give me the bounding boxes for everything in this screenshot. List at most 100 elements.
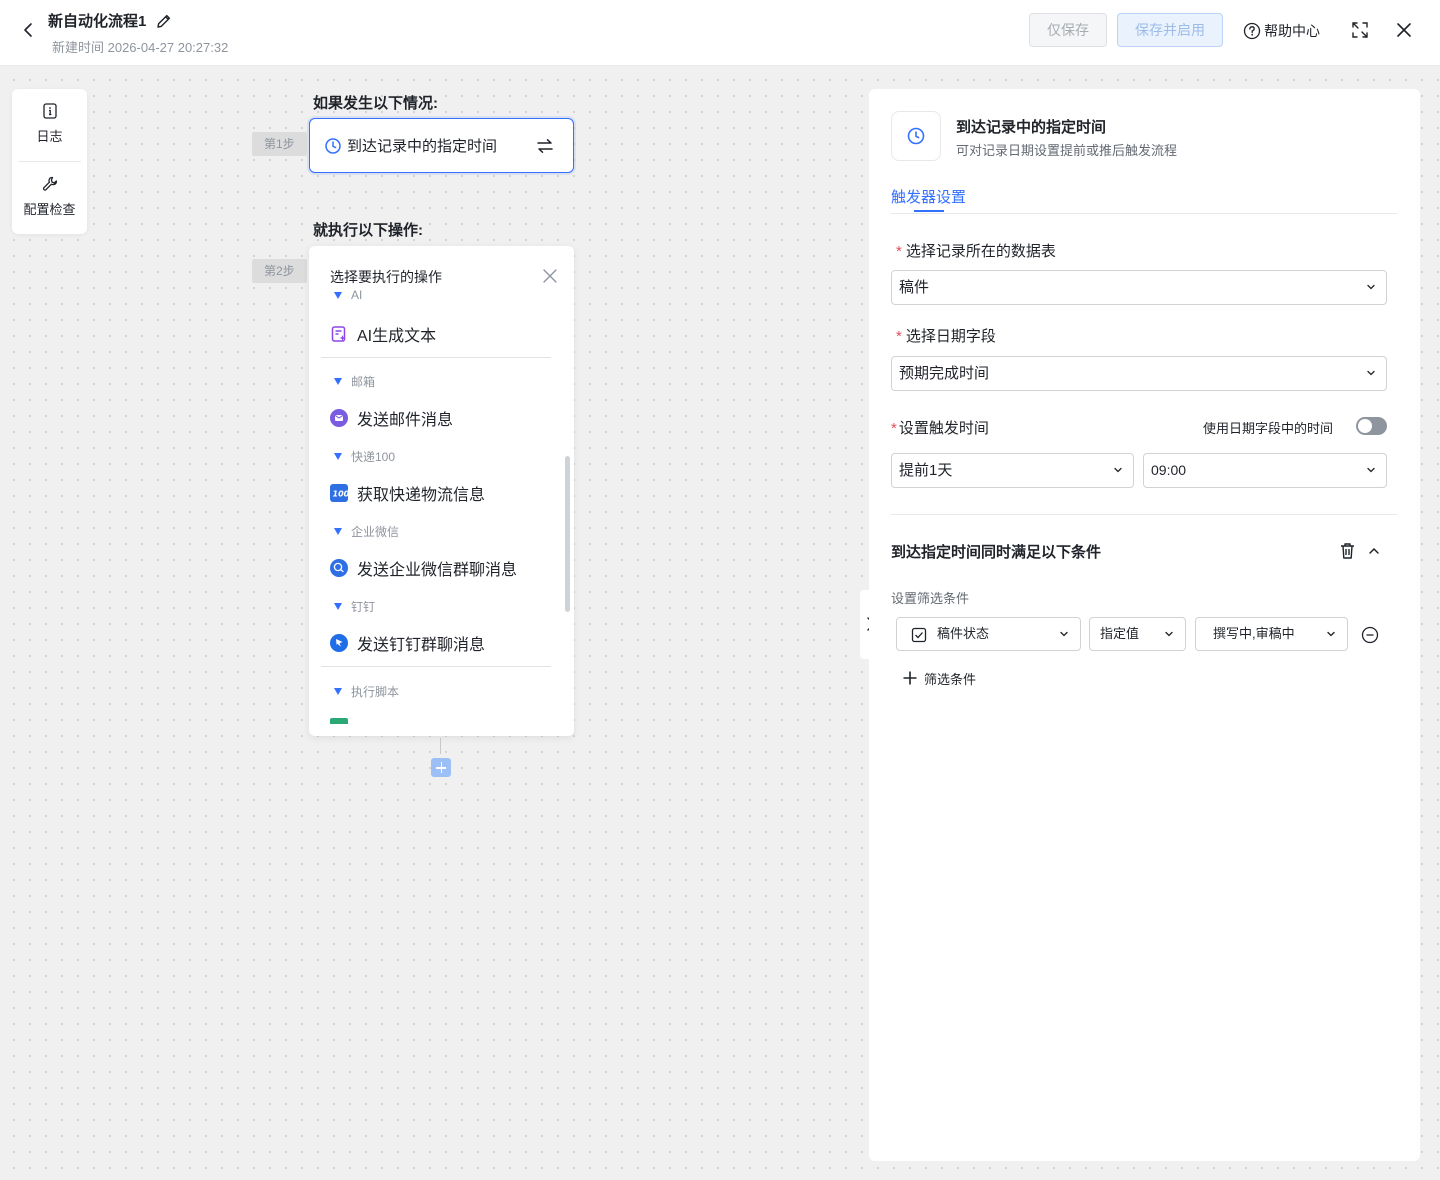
caret-down-icon [334,291,342,299]
group-wecom[interactable]: 企业微信 [334,523,399,540]
group-label: 企业微信 [351,525,400,539]
save-only-button[interactable]: 仅保存 [1029,13,1107,47]
remove-filter-icon[interactable] [1361,626,1379,644]
top-bar: 新自动化流程1 新建时间 2026-04-27 20:27:32 仅保存 保存并… [0,0,1440,66]
fullscreen-icon[interactable] [1350,20,1370,40]
required-mark: * [896,243,902,260]
side-toolbar: 日志 配置检查 [12,89,87,234]
offset-select[interactable]: 提前1天 [891,453,1134,488]
log-button[interactable]: 日志 [12,102,87,145]
group-dingtalk[interactable]: 钉钉 [334,598,375,615]
add-step-button[interactable] [431,758,451,777]
select-value: 预期完成时间 [899,365,990,382]
required-mark: * [891,420,897,437]
kuaidi100-icon: 100 [330,484,348,502]
filter-label: 设置筛选条件 [891,591,970,606]
caret-down-icon [334,688,342,695]
required-mark: * [896,328,902,345]
group-label: 执行脚本 [351,685,400,699]
use-field-time-label: 使用日期字段中的时间 [1203,421,1334,436]
config-check-button[interactable]: 配置检查 [12,175,87,218]
action-get-logistics[interactable]: 100 获取快递物流信息 [330,481,485,505]
action-label: 发送邮件消息 [357,412,454,429]
save-and-enable-button[interactable]: 保存并启用 [1117,13,1223,47]
group-label: 钉钉 [351,600,376,614]
filter-value-select[interactable]: 撰写中,审稿中 [1195,617,1348,651]
pencil-icon[interactable] [155,12,173,30]
select-value: 提前1天 [899,462,953,479]
use-field-time-toggle[interactable] [1356,417,1387,435]
group-label: 邮箱 [351,375,376,389]
clock-icon [325,137,341,154]
wrench-icon [42,176,57,191]
table-field-label: * 选择记录所在的数据表 [896,240,1056,261]
section-divider [891,514,1397,515]
clock-icon [907,127,925,145]
picker-scrollbar[interactable] [565,456,570,612]
action-label: 发送钉钉群聊消息 [357,637,486,654]
chevron-down-icon [1367,284,1375,290]
chevron-down-icon [1367,370,1375,376]
table-select[interactable]: 稿件 [891,270,1387,305]
action-send-wecom-message[interactable]: 发送企业微信群聊消息 [330,556,517,580]
select-value: 稿件状态 [937,626,990,641]
help-center-link[interactable]: 帮助中心 [1243,20,1320,42]
date-field-select[interactable]: 预期完成时间 [891,356,1387,391]
flow-title: 新自动化流程1 [48,13,147,30]
condition-section-title: 到达指定时间同时满足以下条件 [891,544,1102,561]
tab-divider [891,213,1397,214]
chevron-up-icon[interactable] [1367,544,1381,558]
swap-icon[interactable] [535,136,555,156]
panel-trigger-icon [891,111,941,161]
chevron-down-icon [1060,631,1068,637]
script-icon [330,718,348,724]
checkbox-field-icon [911,627,927,643]
caret-down-icon [334,528,342,535]
mail-icon [330,409,348,427]
group-ai[interactable]: AI [334,288,362,302]
tool-divider [18,161,81,162]
filter-field-select[interactable]: 稿件状态 [896,617,1081,651]
log-icon [42,103,57,119]
chevron-left-icon [24,23,32,37]
connector-line [440,738,441,754]
label-text: 选择日期字段 [905,328,996,345]
close-icon[interactable] [1394,20,1414,40]
dingtalk-icon [330,634,348,652]
group-label: AI [351,288,363,302]
label-text: 设置触发时间 [898,420,989,437]
back-button[interactable] [18,18,38,42]
trigger-settings-panel: 到达记录中的指定时间 可对记录日期设置提前或推后触发流程 触发器设置 * 选择记录… [869,89,1420,1161]
select-value: 指定值 [1100,626,1140,641]
group-divider [321,666,551,667]
action-send-dingtalk-message[interactable]: 发送钉钉群聊消息 [330,631,485,655]
caret-down-icon [334,378,342,385]
title-area: 新自动化流程1 [48,10,173,31]
select-value: 稿件 [899,279,930,296]
date-field-label: * 选择日期字段 [896,325,996,346]
trigger-node[interactable]: 到达记录中的指定时间 [309,118,574,173]
chevron-down-icon [1327,631,1335,637]
wecom-icon [330,559,348,577]
group-run-script[interactable]: 执行脚本 [334,683,399,700]
close-icon[interactable] [542,268,558,284]
tab-active-indicator [914,210,944,212]
group-kuaidi100[interactable]: 快递100 [334,448,395,465]
chevron-down-icon [1367,467,1375,473]
action-send-email[interactable]: 发送邮件消息 [330,406,453,430]
action-label: AI生成文本 [357,328,437,345]
time-select[interactable]: 09:00 [1143,453,1387,488]
group-email[interactable]: 邮箱 [334,373,375,390]
filter-operator-select[interactable]: 指定值 [1089,617,1186,651]
action-picker: 选择要执行的操作 AI AI生成文本 邮箱 发送邮件消息 快递100 100 获… [309,246,574,736]
group-label: 快递100 [351,450,396,464]
ai-text-icon [330,325,348,343]
add-filter-button[interactable]: 筛选条件 [902,668,976,688]
chevron-down-icon [1165,631,1173,637]
action-ai-generate-text[interactable]: AI生成文本 [330,322,436,346]
created-time: 新建时间 2026-04-27 20:27:32 [52,40,229,55]
caret-down-icon [334,603,342,610]
tab-trigger-settings[interactable]: 触发器设置 [891,186,966,207]
trash-icon[interactable] [1339,542,1356,560]
action-label: 获取快递物流信息 [357,487,486,504]
